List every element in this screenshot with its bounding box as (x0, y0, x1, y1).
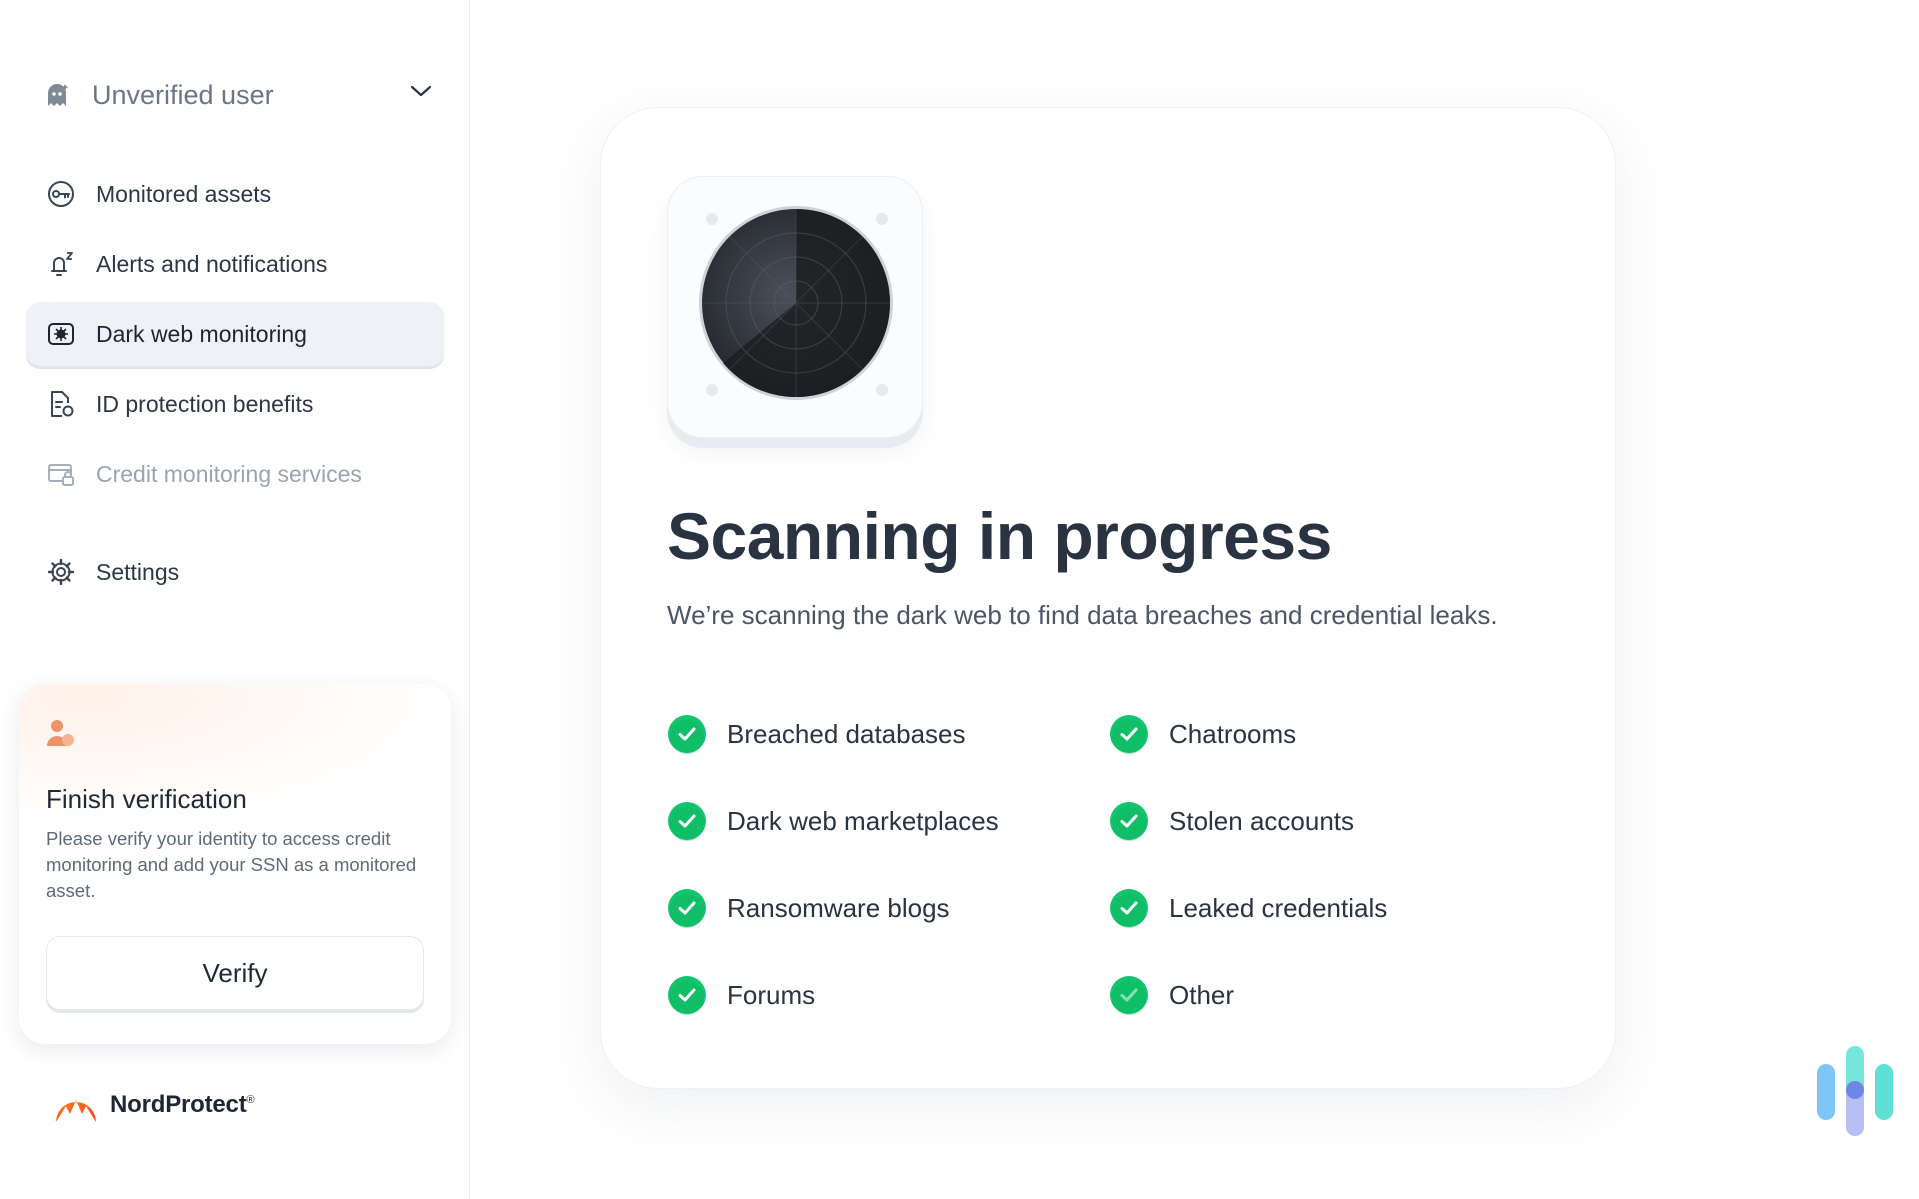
list-item-label: Ransomware blogs (727, 892, 950, 923)
verification-description: Please verify your identity to access cr… (46, 828, 417, 901)
sidebar: Unverified user Monitored assets Alerts … (0, 0, 470, 1199)
nordprotect-logo-icon (56, 1100, 96, 1122)
user-name: Unverified user (92, 79, 274, 110)
sidebar-item-label: Alerts and notifications (96, 250, 328, 277)
list-item-label: Other (1169, 979, 1235, 1010)
list-item: Leaked credentials (1109, 888, 1551, 928)
sidebar-item-monitored-assets[interactable]: Monitored assets (26, 162, 444, 226)
sidebar-item-label: Monitored assets (96, 180, 272, 207)
radar-tile (667, 176, 923, 438)
sidebar-item-alerts[interactable]: Alerts and notifications (26, 232, 444, 296)
chevron-down-icon[interactable] (408, 78, 434, 104)
credit-card-lock-icon (48, 464, 74, 486)
watermark-logo-icon (1817, 1046, 1893, 1136)
verify-button[interactable]: Verify (46, 936, 424, 1010)
app-window: Unverified user Monitored assets Alerts … (0, 0, 1919, 1199)
list-item: Dark web marketplaces (667, 801, 1109, 841)
person-icon (47, 720, 74, 746)
sidebar-item-label: Settings (96, 558, 180, 585)
check-circle-icon (1110, 976, 1148, 1015)
list-item: Chatrooms (1109, 714, 1551, 754)
sidebar-item-id-protection[interactable]: ID protection benefits (26, 372, 444, 436)
sidebar-item-settings[interactable]: Settings (26, 540, 444, 604)
scan-status-card: Scanning in progress We’re scanning the … (600, 107, 1616, 1089)
check-circle-icon (668, 802, 706, 841)
ghost-icon (48, 84, 69, 106)
spider-web-icon (48, 323, 74, 345)
scan-sources-list: Breached databases Chatrooms Dark web ma… (667, 714, 1567, 1015)
key-icon (48, 181, 74, 207)
list-item: Ransomware blogs (667, 888, 1109, 928)
list-item: Breached databases (667, 714, 1109, 754)
sidebar-item-label: ID protection benefits (96, 390, 314, 417)
sidebar-nav: Monitored assets Alerts and notification… (26, 162, 444, 610)
list-item-label: Leaked credentials (1169, 892, 1388, 923)
page-title: Scanning in progress (667, 499, 1332, 573)
list-item-label: Chatrooms (1169, 718, 1297, 749)
sidebar-item-label: Credit monitoring services (96, 460, 362, 487)
page-subtitle: We’re scanning the dark web to find data… (667, 600, 1498, 630)
bell-icon (51, 252, 73, 276)
list-item-label: Breached databases (727, 718, 966, 749)
sidebar-item-credit-monitoring[interactable]: Credit monitoring services (26, 442, 444, 506)
sidebar-item-label: Dark web monitoring (96, 320, 307, 347)
check-circle-icon (1110, 715, 1148, 754)
list-item: Stolen accounts (1109, 801, 1551, 841)
check-circle-icon (668, 889, 706, 928)
sidebar-item-dark-web-monitoring[interactable]: Dark web monitoring (26, 302, 444, 366)
list-item: Forums (667, 975, 1109, 1015)
verification-card: Finish verification Please verify your i… (19, 684, 451, 1044)
brand-name: NordProtect® (110, 1091, 255, 1118)
list-item-label: Forums (727, 979, 816, 1010)
check-circle-icon (1110, 802, 1148, 841)
list-item-label: Dark web marketplaces (727, 805, 999, 836)
gear-icon (47, 558, 75, 586)
list-item: Other (1109, 975, 1551, 1015)
verification-title: Finish verification (46, 784, 247, 814)
document-shield-icon (51, 391, 74, 417)
check-circle-icon (668, 715, 706, 754)
check-circle-icon (668, 976, 706, 1015)
brand-logo: NordProtect® (52, 1084, 255, 1126)
user-switcher[interactable]: Unverified user (44, 72, 434, 118)
check-circle-icon (1110, 889, 1148, 928)
list-item-label: Stolen accounts (1169, 805, 1355, 836)
radar-icon (699, 206, 893, 400)
